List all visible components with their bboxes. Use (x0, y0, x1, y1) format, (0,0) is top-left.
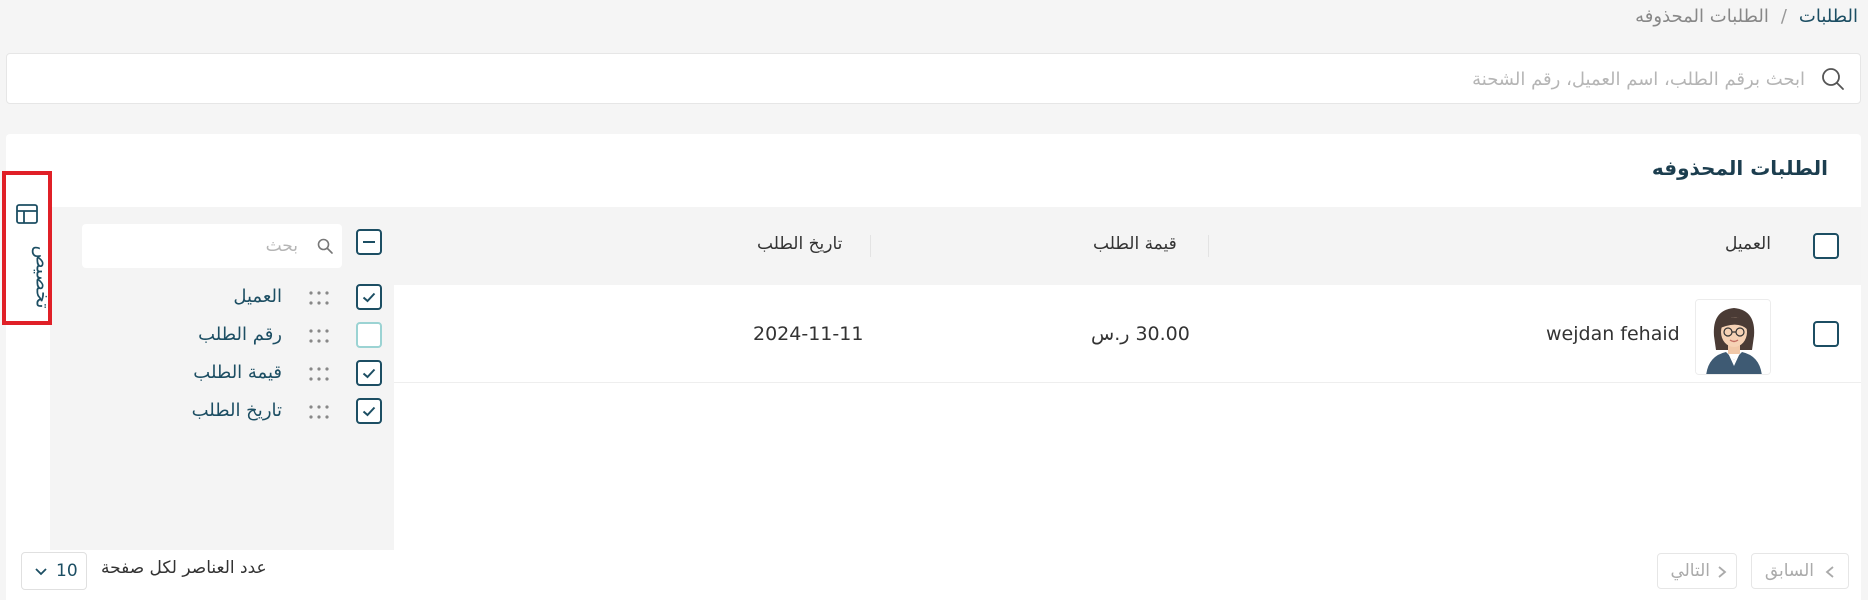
column-option-order-date[interactable]: تاريخ الطلب (50, 396, 394, 428)
column-option-order-number[interactable]: رقم الطلب (50, 320, 394, 352)
column-header-order-value[interactable]: قيمة الطلب (1093, 234, 1177, 254)
column-option-order-value[interactable]: قيمة الطلب (50, 358, 394, 390)
column-customize-panel: العميل رقم الطلب قيمة الطلب (50, 207, 394, 600)
chevron-down-icon (35, 568, 47, 576)
previous-page-label: السابق (1764, 561, 1814, 581)
pagination-footer: 10 عدد العناصر لكل صفحة التالي السابق (6, 550, 1861, 600)
column-divider (1208, 235, 1209, 257)
checkmark-icon (362, 292, 376, 303)
drag-handle-icon[interactable] (308, 366, 330, 382)
order-date: 2024-11-11 (753, 323, 864, 345)
column-option-label: رقم الطلب (198, 324, 282, 345)
breadcrumb-orders-link[interactable]: الطلبات (1799, 6, 1858, 27)
order-value: 30.00 ر.س (1091, 323, 1190, 345)
drag-handle-icon[interactable] (308, 290, 330, 306)
column-divider (870, 235, 871, 257)
column-option-checkbox[interactable] (356, 360, 382, 386)
checkmark-icon (362, 368, 376, 379)
column-option-label: العميل (233, 286, 282, 307)
column-option-customer[interactable]: العميل (50, 282, 394, 314)
column-option-checkbox[interactable] (356, 322, 382, 348)
drag-handle-icon[interactable] (308, 404, 330, 420)
breadcrumb-current: الطلبات المحذوفه (1635, 6, 1769, 27)
customer-avatar (1695, 299, 1771, 375)
search-bar (6, 53, 1861, 104)
deleted-orders-card: الطلبات المحذوفه العميل قيمة الطلب تاريخ… (6, 134, 1861, 600)
column-option-checkbox[interactable] (356, 398, 382, 424)
drag-handle-icon[interactable] (308, 328, 330, 344)
next-page-label: التالي (1670, 561, 1710, 581)
page-size-select[interactable]: 10 (21, 552, 87, 590)
table-header: العميل قيمة الطلب تاريخ الطلب (394, 207, 1861, 285)
column-search-input[interactable] (88, 232, 298, 260)
previous-page-button[interactable]: السابق (1751, 553, 1849, 589)
customize-label: تخصيص (31, 245, 54, 309)
table-row[interactable]: wejdan fehaid 30.00 ر.س 2024-11-11 (394, 285, 1861, 383)
table-layout-icon (16, 204, 38, 224)
breadcrumb: الطلبات / الطلبات المحذوفه (1635, 6, 1858, 27)
column-header-customer[interactable]: العميل (1725, 234, 1771, 254)
search-icon[interactable] (1820, 66, 1846, 92)
customer-name[interactable]: wejdan fehaid (1546, 323, 1680, 345)
chevron-left-icon (1825, 566, 1834, 578)
chevron-right-icon (1718, 566, 1727, 578)
column-search-box (82, 224, 342, 268)
breadcrumb-separator: / (1780, 6, 1787, 27)
row-checkbox[interactable] (1813, 321, 1839, 347)
column-option-label: تاريخ الطلب (191, 400, 282, 421)
search-icon (317, 238, 333, 254)
select-all-checkbox[interactable] (1813, 233, 1839, 259)
minus-icon (363, 241, 375, 243)
column-option-checkbox[interactable] (356, 284, 382, 310)
column-option-label: قيمة الطلب (193, 362, 282, 383)
next-page-button[interactable]: التالي (1657, 553, 1737, 589)
page-title: الطلبات المحذوفه (1651, 156, 1828, 180)
search-input[interactable] (105, 63, 1805, 95)
page-size-value: 10 (56, 561, 78, 581)
avatar-illustration-icon (1696, 300, 1770, 374)
deselect-all-checkbox[interactable] (356, 229, 382, 255)
checkmark-icon (362, 406, 376, 417)
customize-columns-tab[interactable]: تخصيص (2, 171, 54, 325)
column-header-order-date[interactable]: تاريخ الطلب (757, 234, 842, 254)
items-per-page-label: عدد العناصر لكل صفحة (101, 558, 267, 578)
